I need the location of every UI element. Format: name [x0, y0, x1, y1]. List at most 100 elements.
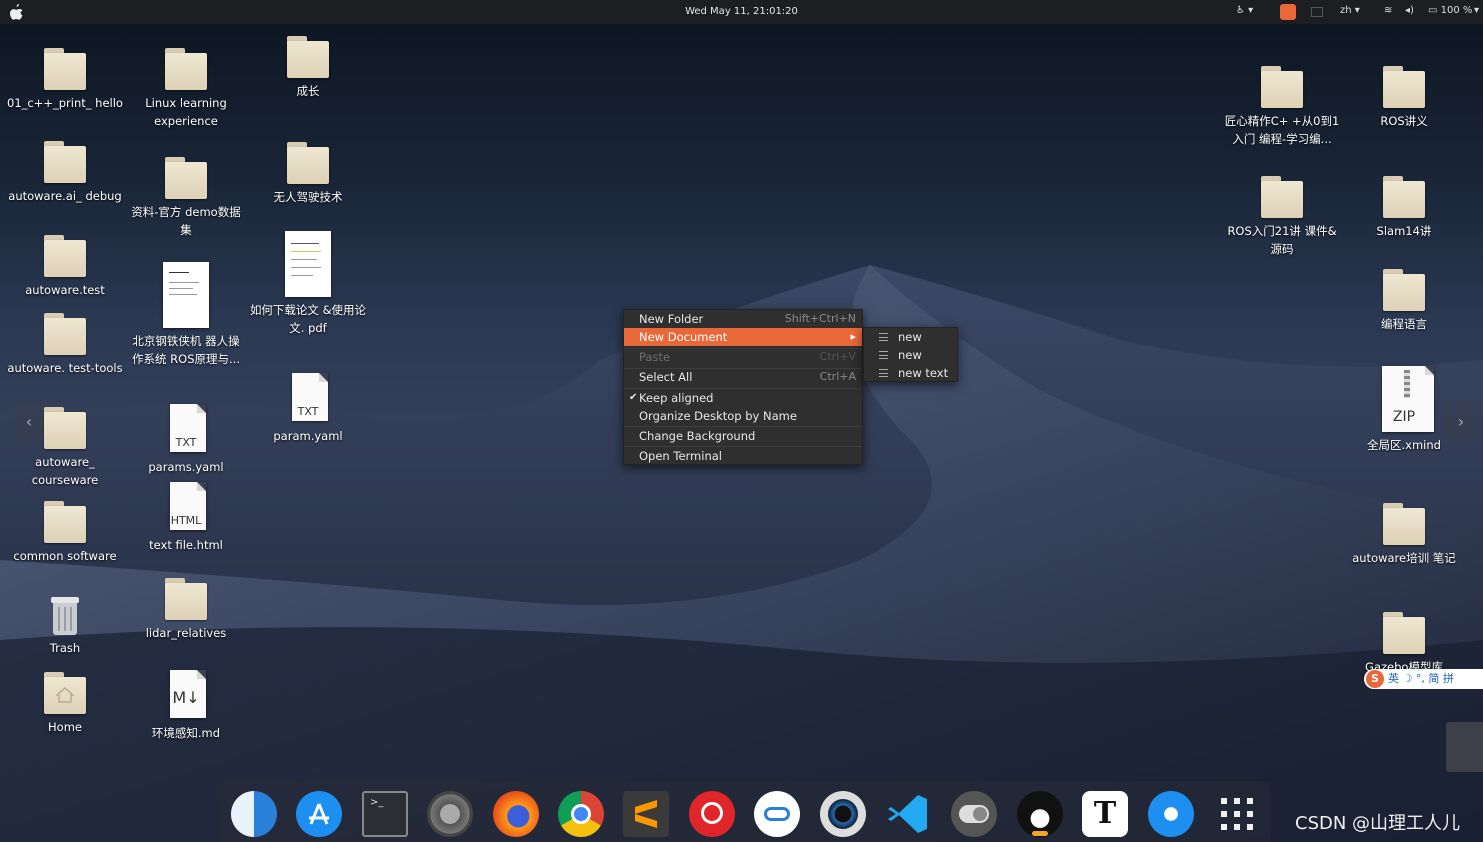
desktop-icon-folder[interactable]: ROS入门21讲 课件&源码 [1223, 176, 1341, 258]
pdf-thumbnail-icon [283, 231, 333, 299]
vscode-icon[interactable] [885, 791, 931, 837]
app-store-icon[interactable] [296, 791, 342, 837]
volume-icon[interactable]: ◂) [1405, 5, 1414, 16]
icon-label: 如何下载论文 &使用论文. pdf [249, 303, 367, 335]
sublime-text-icon[interactable] [623, 791, 669, 837]
ime-toolbar[interactable]: S英 ☽ °, 简 拼 [1364, 669, 1483, 689]
netease-music-icon[interactable] [689, 791, 735, 837]
language-indicator[interactable]: zh ▾ [1340, 5, 1360, 16]
folder-icon [1381, 269, 1427, 313]
desktop-icon-folder[interactable]: autoware.ai_ debug [6, 141, 124, 206]
chevron-down-icon[interactable]: ▾ [1474, 5, 1479, 16]
icon-label: params.yaml [148, 460, 224, 474]
submenu-item-template[interactable]: new [864, 346, 957, 364]
folder-icon [42, 407, 88, 451]
desktop-icon-folder[interactable]: ROS讲义 [1345, 66, 1463, 131]
top-bar: Wed May 11, 21:01:20 ♿ ▾ zh ▾ ≋ ◂) ▭ 100… [0, 0, 1483, 24]
text-file-icon [879, 369, 888, 377]
wifi-icon[interactable]: ≋ [1384, 5, 1392, 16]
sogou-logo-icon: S [1366, 670, 1384, 688]
icon-label: text file.html [149, 538, 223, 552]
finder-icon[interactable] [231, 791, 277, 837]
desktop-icon-file[interactable]: TXT params.yaml [127, 404, 245, 477]
menu-item-select-all[interactable]: Select All Ctrl+A [624, 368, 862, 386]
folder-icon [42, 48, 88, 92]
menu-item-keep-aligned[interactable]: ✔ Keep aligned [624, 389, 862, 407]
tray-icon[interactable] [1311, 7, 1323, 17]
desktop-icon-folder[interactable]: Gazebo模型库 [1345, 612, 1463, 677]
markdown-file-icon: M↓ [164, 670, 208, 722]
accessibility-icon[interactable]: ♿ ▾ [1236, 5, 1253, 16]
menu-item-organize-by-name[interactable]: Organize Desktop by Name [624, 407, 862, 425]
desktop-icon-folder[interactable]: common software [6, 501, 124, 566]
settings-gear-icon[interactable] [427, 791, 473, 837]
desktop-icon-folder[interactable]: 编程语言 [1345, 269, 1463, 334]
desktop-icon-folder[interactable]: autoware_ courseware [6, 407, 124, 489]
folder-icon [42, 141, 88, 185]
folder-icon [1381, 176, 1427, 220]
trash-icon [49, 595, 81, 637]
folder-icon [163, 578, 209, 622]
desktop-icon-file[interactable]: M↓ 环境感知.md [127, 670, 245, 743]
desktop-icon-folder[interactable]: autoware.test [6, 235, 124, 300]
desktop-icon-folder[interactable]: 成长 [249, 36, 367, 101]
battery-indicator[interactable]: ▭ 100 % [1428, 5, 1472, 16]
desktop-icon-folder[interactable]: Linux learning experience [127, 48, 245, 130]
desktop-icon-folder[interactable]: 资料-官方 demo数据集 [127, 157, 245, 239]
desktop-icon-folder[interactable]: autoware. test-tools [6, 313, 124, 378]
zip-file-icon: ZIP [1376, 366, 1434, 434]
icon-label: 全局区.xmind [1367, 438, 1441, 452]
desktop-icon-folder[interactable]: lidar_relatives [127, 578, 245, 643]
chrome-icon[interactable] [558, 791, 604, 837]
icon-label: 无人驾驶技术 [273, 190, 343, 204]
text-file-icon [879, 351, 888, 359]
desktop-icon-home[interactable]: Home [6, 672, 124, 737]
xunlei-icon[interactable] [1148, 791, 1194, 837]
pdf-thumbnail-icon [161, 262, 211, 330]
icon-label: 编程语言 [1381, 317, 1427, 331]
desktop-icon-folder[interactable]: autoware培训 笔记 [1345, 503, 1463, 568]
folder-icon [42, 313, 88, 357]
desktop-icon-file[interactable]: HTML text file.html [127, 482, 245, 555]
menu-item-new-folder[interactable]: New Folder Shift+Ctrl+N [624, 310, 862, 328]
app-grid-icon[interactable] [1214, 791, 1260, 837]
notification-app-icon[interactable] [1280, 4, 1296, 20]
folder-icon [1381, 66, 1427, 110]
new-document-submenu: new new new text [863, 327, 958, 382]
icon-label: autoware_ courseware [31, 455, 99, 487]
typora-icon[interactable]: T [1082, 791, 1128, 837]
menu-item-open-terminal[interactable]: Open Terminal [624, 447, 862, 465]
desktop-icon-folder[interactable]: Slam14讲 [1345, 176, 1463, 241]
desktop-icon-file[interactable]: TXT param.yaml [249, 373, 367, 446]
folder-icon [163, 157, 209, 201]
folder-icon [285, 36, 331, 80]
qq-penguin-icon[interactable] [1017, 791, 1063, 837]
icon-label: param.yaml [273, 429, 343, 443]
submenu-item-template[interactable]: new [864, 328, 957, 346]
toggle-switch-icon[interactable] [951, 791, 997, 837]
menu-item-change-background[interactable]: Change Background [624, 427, 862, 445]
submenu-item-template[interactable]: new text [864, 364, 957, 382]
menu-item-new-document[interactable]: New Document ▸ [624, 328, 862, 346]
clock[interactable]: Wed May 11, 21:01:20 [0, 6, 1483, 17]
folder-icon [1381, 612, 1427, 656]
icon-label: 环境感知.md [151, 726, 221, 740]
desktop-icon-pdf[interactable]: 如何下载论文 &使用论文. pdf [249, 231, 367, 337]
desktop-icon-pdf[interactable]: 北京钢铁侠机 器人操作系统 ROS原理与... [127, 262, 245, 368]
desktop-icon-folder[interactable]: 无人驾驶技术 [249, 142, 367, 207]
side-panel-handle[interactable] [1446, 722, 1483, 772]
desktop-icon-folder[interactable]: 匠心精作C+ +从0到1入门 编程-学习编... [1223, 66, 1341, 148]
txt-file-icon: TXT [164, 404, 208, 456]
terminal-icon[interactable]: >_ [362, 791, 408, 837]
icon-label: Slam14讲 [1376, 224, 1432, 238]
text-file-icon [879, 333, 888, 341]
menu-item-paste[interactable]: Paste Ctrl+V [624, 348, 862, 366]
home-folder-icon [42, 672, 88, 716]
camera-icon[interactable] [820, 791, 866, 837]
desktop-icon-zip[interactable]: ZIP 全局区.xmind [1345, 366, 1463, 455]
firefox-icon[interactable] [493, 791, 539, 837]
icon-label: ROS入门21讲 课件&源码 [1227, 224, 1337, 256]
desktop-icon-folder[interactable]: 01_c++_print_ hello [6, 48, 124, 113]
desktop-icon-trash[interactable]: Trash [6, 595, 124, 658]
baidu-netdisk-icon[interactable] [754, 791, 800, 837]
